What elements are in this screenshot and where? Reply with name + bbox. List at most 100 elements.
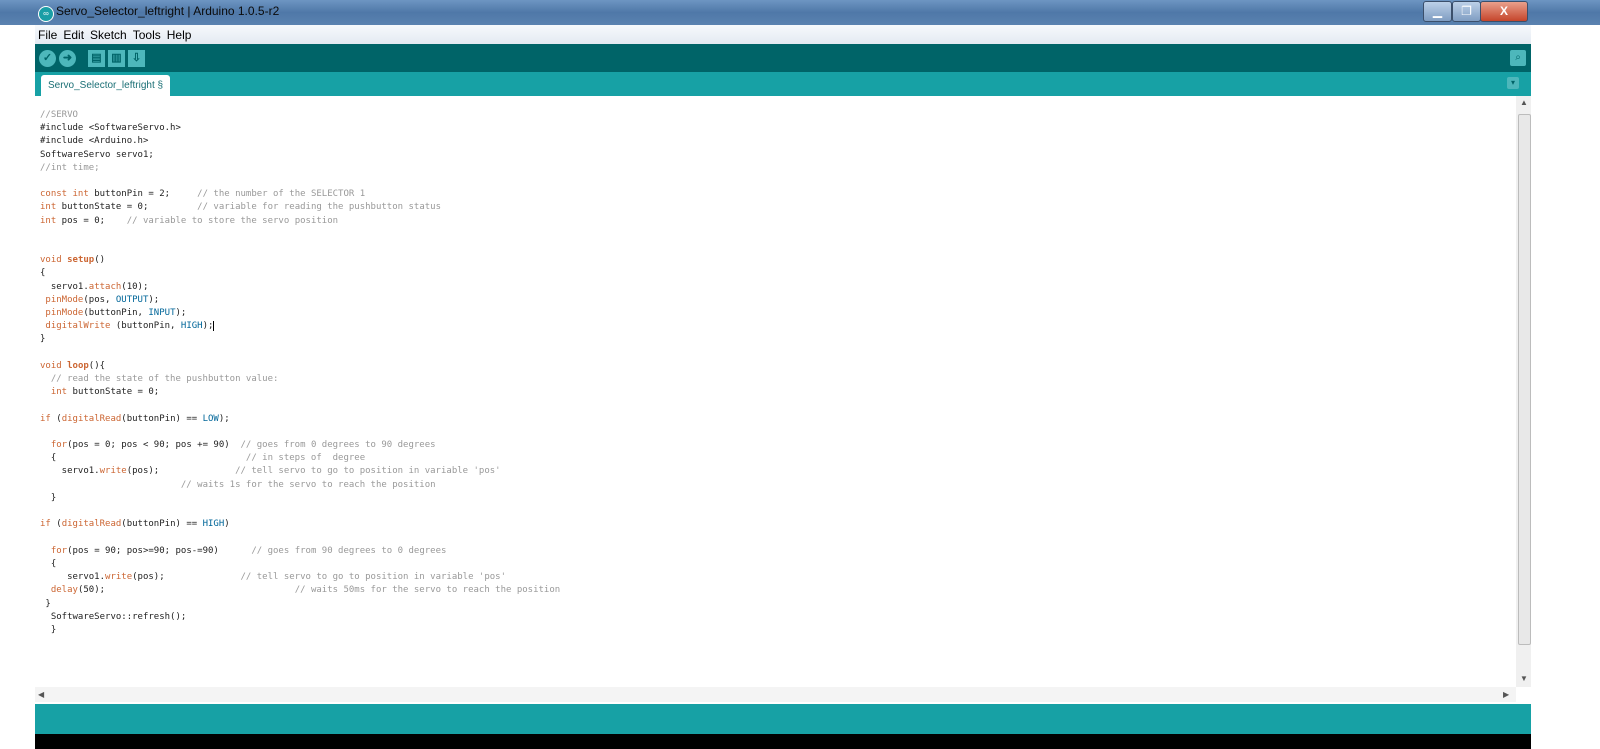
code-line[interactable]: void loop(){ bbox=[40, 360, 560, 373]
code-line[interactable]: #include <SoftwareServo.h> bbox=[40, 122, 560, 135]
text-caret bbox=[213, 320, 215, 331]
scroll-right-icon[interactable]: ▶ bbox=[1503, 690, 1509, 699]
code-token: (10); bbox=[121, 281, 149, 292]
code-token: pinMode bbox=[45, 308, 84, 319]
code-token: ); bbox=[175, 308, 187, 319]
serial-monitor-icon[interactable]: ⌕ bbox=[1510, 50, 1526, 66]
scroll-thumb[interactable] bbox=[1518, 114, 1531, 645]
code-token: (pos = 0; pos < 90; pos += 90) bbox=[67, 440, 241, 451]
code-line[interactable]: } bbox=[40, 598, 560, 611]
code-line[interactable]: // read the state of the pushbutton valu… bbox=[40, 373, 560, 386]
code-token: } bbox=[40, 492, 57, 503]
code-token: write bbox=[105, 572, 133, 583]
code-token: const bbox=[40, 189, 68, 200]
code-line[interactable] bbox=[40, 228, 560, 241]
code-line[interactable]: int pos = 0; // variable to store the se… bbox=[40, 215, 560, 228]
code-token: servo1. bbox=[40, 466, 100, 477]
status-bar bbox=[35, 704, 1531, 734]
minimize-button[interactable]: ▁ bbox=[1423, 1, 1452, 22]
code-line[interactable]: //SERVO bbox=[40, 109, 560, 122]
code-line[interactable]: } bbox=[40, 333, 560, 346]
code-token: servo1. bbox=[40, 572, 106, 583]
maximize-button[interactable]: ❐ bbox=[1452, 1, 1481, 22]
code-token: (pos); bbox=[132, 572, 241, 583]
code-token: (buttonPin) == bbox=[121, 413, 203, 424]
code-line[interactable]: const int buttonPin = 2; // the number o… bbox=[40, 188, 560, 201]
verify-icon[interactable]: ✓ bbox=[39, 50, 56, 67]
code-line[interactable] bbox=[40, 347, 560, 360]
code-line[interactable]: // waits 1s for the servo to reach the p… bbox=[40, 479, 560, 492]
code-line[interactable] bbox=[40, 241, 560, 254]
menu-help[interactable]: Help bbox=[164, 25, 195, 43]
code-token: for bbox=[50, 440, 68, 451]
code-line[interactable]: } bbox=[40, 624, 560, 637]
code-token: delay bbox=[50, 585, 78, 596]
code-token: loop bbox=[67, 360, 89, 371]
code-line[interactable]: void setup() bbox=[40, 254, 560, 267]
code-line[interactable]: servo1.write(pos); // tell servo to go t… bbox=[40, 465, 560, 478]
code-token: ) bbox=[224, 519, 230, 530]
code-line[interactable] bbox=[40, 426, 560, 439]
menu-bar: File Edit Sketch Tools Help bbox=[35, 25, 1531, 44]
menu-tools[interactable]: Tools bbox=[130, 25, 164, 43]
code-token: HIGH bbox=[202, 519, 225, 530]
code-line[interactable]: for(pos = 0; pos < 90; pos += 90) // goe… bbox=[40, 439, 560, 452]
code-line[interactable]: if (digitalRead(buttonPin) == LOW); bbox=[40, 413, 560, 426]
window-title: Servo_Selector_leftright | Arduino 1.0.5… bbox=[56, 4, 280, 18]
code-line[interactable]: int buttonState = 0; // variable for rea… bbox=[40, 201, 560, 214]
code-line[interactable]: //int time; bbox=[40, 162, 560, 175]
code-line[interactable]: servo1.attach(10); bbox=[40, 281, 560, 294]
code-token: ); bbox=[202, 321, 214, 332]
code-token: (50); bbox=[77, 585, 295, 596]
code-line[interactable]: { bbox=[40, 558, 560, 571]
code-line[interactable]: pinMode(pos, OUTPUT); bbox=[40, 294, 560, 307]
scroll-up-icon[interactable]: ▲ bbox=[1520, 98, 1528, 107]
code-line[interactable]: int buttonState = 0; bbox=[40, 386, 560, 399]
scroll-left-icon[interactable]: ◀ bbox=[38, 690, 44, 699]
code-line[interactable]: servo1.write(pos); // tell servo to go t… bbox=[40, 571, 560, 584]
code-token: void bbox=[40, 255, 62, 266]
code-line[interactable]: #include <Arduino.h> bbox=[40, 135, 560, 148]
code-line[interactable] bbox=[40, 399, 560, 412]
code-text[interactable]: //SERVO #include <SoftwareServo.h> #includ… bbox=[40, 109, 560, 637]
code-line[interactable]: SoftwareServo servo1; bbox=[40, 149, 560, 162]
menu-sketch[interactable]: Sketch bbox=[87, 25, 130, 43]
menu-edit[interactable]: Edit bbox=[60, 25, 87, 43]
open-icon[interactable]: ▥ bbox=[108, 50, 125, 67]
code-token: (pos); bbox=[126, 466, 236, 477]
code-line[interactable]: for(pos = 90; pos>=90; pos-=90) // goes … bbox=[40, 545, 560, 558]
window-titlebar: ∞ Servo_Selector_leftright | Arduino 1.0… bbox=[0, 0, 1600, 25]
code-line[interactable]: } bbox=[40, 492, 560, 505]
new-icon[interactable]: ▤ bbox=[88, 50, 105, 67]
code-token: } bbox=[40, 598, 51, 609]
code-line[interactable]: { bbox=[40, 267, 560, 280]
code-line[interactable] bbox=[40, 505, 560, 518]
code-line[interactable]: digitalWrite (buttonPin, HIGH); bbox=[40, 320, 560, 333]
tab-sketch[interactable]: Servo_Selector_leftright § bbox=[41, 75, 171, 96]
scroll-down-icon[interactable]: ▼ bbox=[1520, 674, 1528, 683]
code-token: // waits 1s for the servo to reach the p… bbox=[180, 479, 436, 490]
code-line[interactable]: pinMode(buttonPin, INPUT); bbox=[40, 307, 560, 320]
code-token: (buttonPin, bbox=[110, 321, 181, 332]
horizontal-scrollbar[interactable]: ◀ ▶ bbox=[35, 687, 1516, 702]
code-editor[interactable]: //SERVO #include <SoftwareServo.h> #includ… bbox=[35, 96, 1516, 687]
code-token: LOW bbox=[202, 413, 219, 424]
code-token: digitalRead bbox=[61, 519, 122, 530]
upload-icon[interactable]: ➜ bbox=[59, 50, 76, 67]
code-line[interactable] bbox=[40, 175, 560, 188]
menu-file[interactable]: File bbox=[35, 25, 60, 43]
code-line[interactable] bbox=[40, 532, 560, 545]
code-token: buttonPin = 2; bbox=[88, 189, 198, 200]
close-button[interactable]: X bbox=[1480, 1, 1528, 22]
tab-menu-icon[interactable]: ▾ bbox=[1507, 77, 1519, 89]
code-line[interactable]: delay(50); // waits 50ms for the servo t… bbox=[40, 584, 560, 597]
code-line[interactable]: SoftwareServo::refresh(); bbox=[40, 611, 560, 624]
vertical-scrollbar[interactable]: ▲ ▼ bbox=[1516, 96, 1531, 687]
code-line[interactable]: { // in steps of degree bbox=[40, 452, 560, 465]
save-icon[interactable]: ⇩ bbox=[128, 50, 145, 67]
code-line[interactable]: if (digitalRead(buttonPin) == HIGH) bbox=[40, 518, 560, 531]
code-token: attach bbox=[88, 281, 122, 292]
